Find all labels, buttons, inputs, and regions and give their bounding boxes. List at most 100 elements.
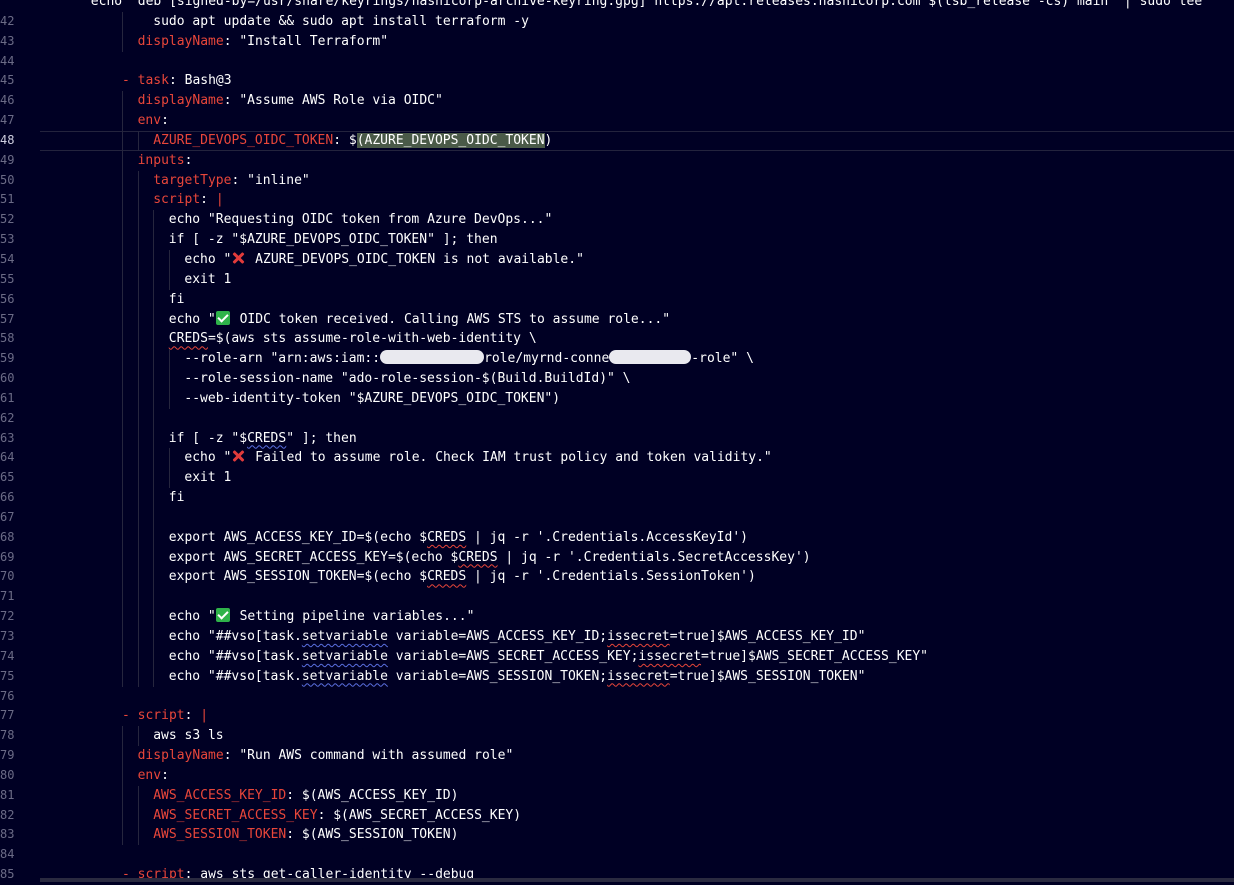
code-line[interactable]: 48 AZURE_DEVOPS_OIDC_TOKEN: $(AZURE_DEVOP… bbox=[0, 130, 1234, 151]
line-number: 55 bbox=[0, 271, 15, 286]
code-line[interactable]: 72 echo " Setting pipeline variables..." bbox=[0, 607, 1234, 627]
code-token: : bbox=[200, 192, 216, 208]
code-line[interactable]: 68 export AWS_ACCESS_KEY_ID=$(echo $CREDS… bbox=[0, 527, 1234, 548]
code-token: setvariable bbox=[301, 648, 388, 664]
code-line[interactable]: 46 displayName: "Assume AWS Role via OIDC… bbox=[0, 91, 1234, 112]
code-line[interactable]: 49 inputs: bbox=[0, 150, 1234, 171]
code-line[interactable]: 81 AWS_ACCESS_KEY_ID: $(AWS_ACCESS_KEY_ID… bbox=[0, 785, 1234, 806]
line-number: 68 bbox=[0, 529, 15, 544]
code-token: echo "##vso[task. bbox=[168, 629, 302, 644]
code-line[interactable]: 83 AWS_SESSION_TOKEN: $(AWS_SESSION_TOKEN… bbox=[0, 825, 1234, 846]
indent-guide bbox=[122, 627, 123, 647]
code-line[interactable]: 50 targetType: "inline" bbox=[0, 170, 1234, 191]
code-token: : bbox=[161, 767, 169, 783]
code-token: issecret bbox=[638, 648, 702, 664]
code-line[interactable]: 47 env: bbox=[0, 111, 1234, 131]
code-token: echo " bbox=[168, 609, 216, 625]
indent-guide bbox=[137, 825, 139, 846]
indent-guide bbox=[153, 210, 155, 231]
code-token: OIDC token received. Calling AWS STS to … bbox=[231, 311, 671, 327]
cross-mark-icon bbox=[231, 449, 245, 463]
code-line[interactable]: 64 echo " Failed to assume role. Check IA… bbox=[0, 448, 1234, 469]
horizontal-scrollbar[interactable] bbox=[40, 878, 1234, 882]
line-number: 44 bbox=[0, 53, 15, 68]
code-token: =true]$AWS_SECRET_ACCESS_KEY" bbox=[701, 648, 929, 664]
code-token: variable=AWS_ACCESS_KEY_ID; bbox=[387, 629, 608, 644]
code-line[interactable]: 70 export AWS_SESSION_TOKEN=$(echo $CREDS… bbox=[0, 567, 1234, 588]
code-token: : $ bbox=[333, 132, 357, 148]
line-number: 56 bbox=[0, 291, 15, 306]
code-text: echo "##vso[task.setvariable variable=AW… bbox=[169, 627, 1234, 647]
code-line-partial[interactable]: echo "deb [signed-by=/usr/share/keyrings… bbox=[0, 0, 1234, 12]
code-line[interactable]: 71 bbox=[0, 587, 1234, 608]
code-token: : bbox=[161, 113, 169, 129]
code-line[interactable]: 57 echo " OIDC token received. Calling AW… bbox=[0, 309, 1234, 330]
line-number: 52 bbox=[0, 212, 15, 227]
code-text: AWS_SESSION_TOKEN: $(AWS_SESSION_TOKEN) bbox=[153, 825, 1234, 845]
code-line[interactable]: 51 script: | bbox=[0, 190, 1234, 211]
check-mark-icon bbox=[215, 310, 230, 325]
indent-guide bbox=[137, 448, 139, 469]
code-text: - script: | bbox=[122, 706, 1234, 726]
code-text: export AWS_SECRET_ACCESS_KEY=$(echo $CRE… bbox=[169, 548, 1234, 568]
code-line[interactable]: 59 --role-arn "arn:aws:iam:: role/myrnd-co… bbox=[0, 349, 1234, 370]
code-token: : $(AWS_SECRET_ACCESS_KEY) bbox=[317, 807, 522, 823]
code-text: --web-identity-token "$AZURE_DEVOPS_OIDC… bbox=[184, 389, 1234, 409]
redaction-blob bbox=[380, 350, 485, 365]
code-line[interactable]: 62 bbox=[0, 408, 1234, 429]
code-line[interactable]: 65 exit 1 bbox=[0, 468, 1234, 489]
line-number: 77 bbox=[0, 708, 15, 723]
line-number: 67 bbox=[0, 509, 15, 524]
indent-guide bbox=[122, 765, 123, 786]
code-token: variable=AWS_SECRET_ACCESS_KEY; bbox=[387, 648, 639, 664]
code-token: role/myrnd-conne bbox=[484, 351, 610, 367]
code-line[interactable]: 73 echo "##vso[task.setvariable variable=… bbox=[0, 627, 1234, 647]
code-line[interactable]: 78 aws s3 ls bbox=[0, 726, 1234, 747]
code-text: CREDS=$(aws sts assume-role-with-web-ide… bbox=[169, 329, 1234, 349]
code-line[interactable]: 43 displayName: "Install Terraform" bbox=[0, 31, 1234, 52]
line-number: 76 bbox=[0, 688, 15, 703]
code-text: script: | bbox=[153, 190, 1234, 210]
code-line[interactable]: 66 fi bbox=[0, 488, 1234, 508]
line-number: 51 bbox=[0, 192, 15, 207]
code-line[interactable]: 60 --role-session-name "ado-role-session-… bbox=[0, 369, 1234, 389]
code-line[interactable]: 79 displayName: "Run AWS command with ass… bbox=[0, 746, 1234, 766]
code-line[interactable]: 55 exit 1 bbox=[0, 269, 1234, 290]
code-line[interactable]: 54 echo " AZURE_DEVOPS_OIDC_TOKEN is not … bbox=[0, 249, 1234, 270]
line-number: 59 bbox=[0, 351, 15, 366]
code-line[interactable]: 53 if [ -z "$AZURE_DEVOPS_OIDC_TOKEN" ]; … bbox=[0, 230, 1234, 250]
code-token: CREDS bbox=[458, 549, 498, 565]
code-line[interactable]: 75 echo "##vso[task.setvariable variable=… bbox=[0, 666, 1234, 687]
code-line[interactable]: 82 AWS_SECRET_ACCESS_KEY: $(AWS_SECRET_AC… bbox=[0, 805, 1234, 826]
code-token: --role-session-name "ado-role-session-$(… bbox=[184, 371, 631, 387]
code-token: : "Assume AWS Role via OIDC" bbox=[223, 93, 443, 109]
indent-guide bbox=[122, 11, 123, 32]
code-line[interactable]: 52 echo "Requesting OIDC token from Azure… bbox=[0, 210, 1234, 231]
code-line[interactable]: 61 --web-identity-token "$AZURE_DEVOPS_OI… bbox=[0, 388, 1234, 409]
indent-guide bbox=[137, 230, 139, 250]
code-line[interactable]: 84 bbox=[0, 845, 1234, 865]
indent-guide bbox=[137, 369, 139, 389]
code-line[interactable]: 80 env: bbox=[0, 765, 1234, 786]
code-line[interactable]: 76 bbox=[0, 687, 1234, 707]
code-token: echo " bbox=[184, 251, 232, 267]
code-editor[interactable]: echo "deb [signed-by=/usr/share/keyrings… bbox=[0, 0, 1234, 885]
yaml-key: AWS_ACCESS_KEY_ID bbox=[153, 787, 287, 803]
code-line[interactable]: 63 if [ -z "$CREDS" ]; then bbox=[0, 428, 1234, 449]
code-line[interactable]: 58 CREDS=$(aws sts assume-role-with-web-i… bbox=[0, 329, 1234, 350]
indent-guide bbox=[153, 488, 155, 508]
code-line[interactable]: 74 echo "##vso[task.setvariable variable=… bbox=[0, 646, 1234, 667]
code-token: aws s3 ls bbox=[153, 728, 224, 744]
code-line[interactable]: 56 fi bbox=[0, 289, 1234, 310]
code-line[interactable]: 77 - script: | bbox=[0, 706, 1234, 726]
code-line[interactable]: 42 sudo apt update && sudo apt install t… bbox=[0, 11, 1234, 32]
yaml-key: AWS_SECRET_ACCESS_KEY bbox=[153, 807, 318, 823]
code-line[interactable]: 69 export AWS_SECRET_ACCESS_KEY=$(echo $C… bbox=[0, 547, 1234, 568]
code-token: =$(aws sts assume-role-with-web-identity… bbox=[207, 331, 537, 347]
code-line[interactable]: 45 - task: Bash@3 bbox=[0, 71, 1234, 91]
code-line[interactable]: 67 bbox=[0, 507, 1234, 528]
line-number: 69 bbox=[0, 549, 15, 564]
indent-guide bbox=[122, 150, 123, 171]
indent-guide bbox=[153, 388, 155, 409]
code-line[interactable]: 44 bbox=[0, 52, 1234, 72]
